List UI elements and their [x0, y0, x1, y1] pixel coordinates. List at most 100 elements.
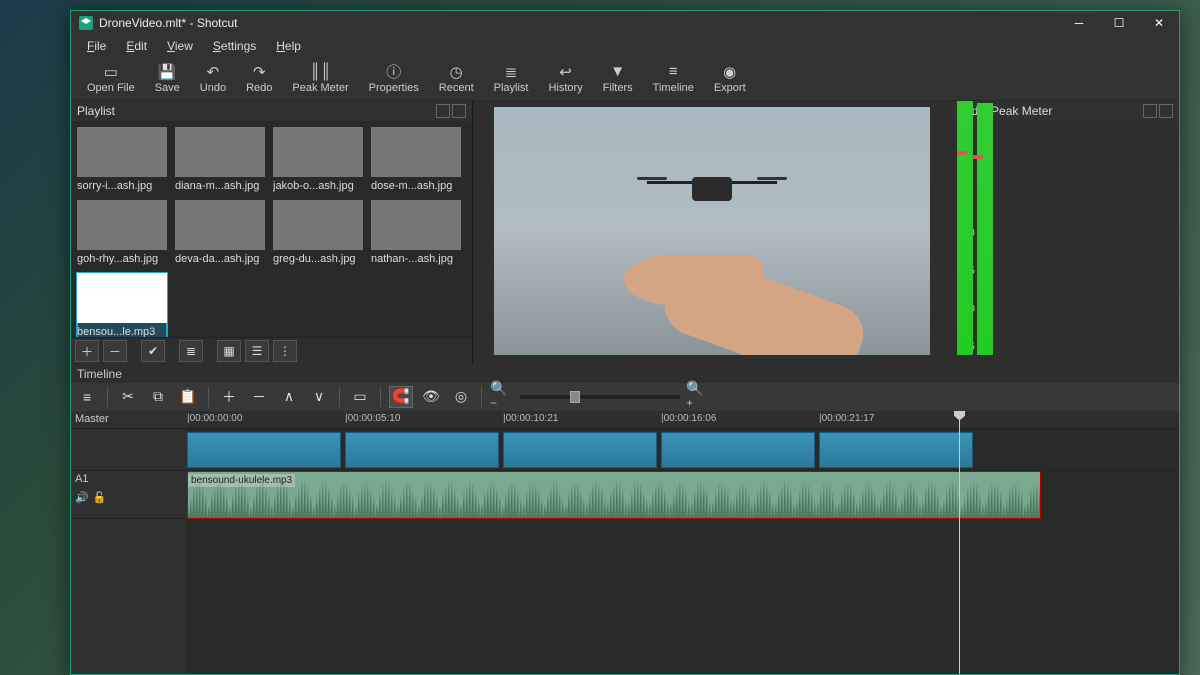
video-clip[interactable]	[661, 432, 815, 468]
remove-button[interactable]: －	[247, 386, 271, 408]
preview-area	[473, 101, 951, 361]
playlist-tool-2[interactable]: ✔	[141, 340, 165, 362]
track-head-audio[interactable]: A1 🔊 🔓	[71, 471, 187, 519]
playlist-close-button[interactable]	[452, 104, 466, 118]
ripple-button[interactable]: ◎	[449, 386, 473, 408]
close-button[interactable]: ✕	[1139, 11, 1179, 35]
minimize-button[interactable]: ─	[1059, 11, 1099, 35]
video-clip[interactable]	[345, 432, 499, 468]
thumbnail-label: nathan-...ash.jpg	[371, 253, 461, 265]
properties-button[interactable]: ⓘProperties	[359, 62, 429, 96]
playlist-tool-0[interactable]: ＋	[75, 340, 99, 362]
overwrite-button[interactable]: ∨	[307, 386, 331, 408]
track-headers: Master A1 🔊 🔓	[71, 411, 187, 675]
export-button[interactable]: ◉Export	[704, 62, 756, 96]
playlist-item[interactable]: deva-da...ash.jpg	[175, 200, 265, 265]
thumbnail-label: deva-da...ash.jpg	[175, 253, 265, 265]
playlist-tool-4[interactable]: ▦	[217, 340, 241, 362]
audio-clip[interactable]: bensound-ukulele.mp3	[187, 471, 1041, 519]
track-content[interactable]: |00:00:00:00|00:00:05:10|00:00:10:21|00:…	[187, 411, 1179, 675]
timeline-tracks: Master A1 🔊 🔓 |00:00:00:00|00:00:05:10|0…	[71, 411, 1179, 675]
playlist-item[interactable]: nathan-...ash.jpg	[371, 200, 461, 265]
undo-button[interactable]: ↶ Undo	[190, 62, 236, 96]
track-head-video[interactable]	[71, 429, 187, 471]
menu-help[interactable]: Help	[266, 37, 311, 55]
thumbnail	[371, 200, 461, 250]
playlist-item[interactable]: jakob-o...ash.jpg	[273, 127, 363, 192]
zoom-out-button[interactable]: 🔍⁻	[490, 386, 514, 408]
thumbnail	[273, 200, 363, 250]
scrub-button[interactable]: 👁	[419, 386, 443, 408]
save-button[interactable]: 💾Save	[145, 62, 190, 96]
preview-image[interactable]	[494, 107, 930, 355]
history-button[interactable]: ↩History	[538, 62, 592, 96]
timeline-menu-button[interactable]: ≡	[75, 386, 99, 408]
menu-settings[interactable]: Settings	[203, 37, 266, 55]
menu-edit[interactable]: Edit	[116, 37, 157, 55]
playlist-float-button[interactable]	[436, 104, 450, 118]
copy-button[interactable]: ⧉	[146, 386, 170, 408]
video-clip[interactable]	[187, 432, 341, 468]
zoom-slider[interactable]	[520, 395, 680, 399]
append-button[interactable]: ＋	[217, 386, 241, 408]
playlist-tool-5[interactable]: ☰	[245, 340, 269, 362]
mute-icon[interactable]: 🔊	[75, 491, 89, 504]
open-file-button[interactable]: ▭Open File	[77, 62, 145, 96]
timeline-toolbar: ≡ ✂ ⧉ 📋 ＋ － ∧ ∨ ▭ 🧲 👁 ◎ 🔍⁻ 🔍⁺	[71, 383, 1179, 411]
filters-label: Filters	[603, 82, 633, 94]
playlist-item[interactable]: greg-du...ash.jpg	[273, 200, 363, 265]
timeline-title-text: Timeline	[77, 367, 122, 381]
playlist-item[interactable]: goh-rhy...ash.jpg	[77, 200, 167, 265]
maximize-button[interactable]: ☐	[1099, 11, 1139, 35]
playlist-item[interactable]: bensou...le.mp3	[77, 273, 167, 337]
track-head-master[interactable]: Master	[71, 411, 187, 429]
playlist-tool-1[interactable]: －	[103, 340, 127, 362]
peak-meter-button[interactable]: ║║Peak Meter	[282, 62, 358, 96]
peak-meter-panel: Audio Peak Meter 30-5-10-15-20-25-30-35-…	[951, 101, 1179, 365]
playlist-item[interactable]: diana-m...ash.jpg	[175, 127, 265, 192]
cut-button[interactable]: ✂	[116, 386, 140, 408]
video-track[interactable]	[187, 429, 1179, 471]
thumbnail	[77, 127, 167, 177]
video-clip[interactable]	[819, 432, 973, 468]
recent-button[interactable]: ◷ Recent	[429, 62, 484, 96]
menu-view[interactable]: View	[157, 37, 203, 55]
playlist-button[interactable]: ≣Playlist	[484, 62, 539, 96]
undo-icon: ↶	[207, 64, 220, 80]
lift-button[interactable]: ∧	[277, 386, 301, 408]
timeline-playhead[interactable]	[959, 411, 960, 675]
thumbnail-label: dose-m...ash.jpg	[371, 180, 461, 192]
playlist-item[interactable]: sorry-i...ash.jpg	[77, 127, 167, 192]
ruler-tick: |00:00:10:21	[503, 413, 558, 424]
paste-button[interactable]: 📋	[176, 386, 200, 408]
playlist-tool-6[interactable]: ⋮	[273, 340, 297, 362]
audio-track[interactable]: bensound-ukulele.mp3	[187, 471, 1179, 519]
menu-file[interactable]: File	[77, 37, 116, 55]
playlist-title-text: Playlist	[77, 104, 115, 118]
thumbnail-label: goh-rhy...ash.jpg	[77, 253, 167, 265]
thumbnail	[273, 127, 363, 177]
thumbnail	[175, 127, 265, 177]
lock-icon[interactable]: 🔓	[93, 491, 107, 504]
playlist-tool-3[interactable]: ≣	[179, 340, 203, 362]
properties-label: Properties	[369, 82, 419, 94]
peak-close-button[interactable]	[1159, 104, 1173, 118]
undo-label: Undo	[200, 82, 226, 94]
split-button[interactable]: ▭	[348, 386, 372, 408]
video-clip[interactable]	[503, 432, 657, 468]
track-master-label: Master	[75, 413, 183, 425]
timeline-ruler[interactable]: |00:00:00:00|00:00:05:10|00:00:10:21|00:…	[187, 411, 1179, 429]
snap-button[interactable]: 🧲	[389, 386, 413, 408]
playlist-item[interactable]: dose-m...ash.jpg	[371, 127, 461, 192]
export-icon: ◉	[723, 64, 736, 80]
timeline-button[interactable]: ≡Timeline	[643, 62, 704, 96]
peak-hold-l	[957, 151, 967, 155]
peak-bar	[977, 103, 993, 355]
recent-label: Recent	[439, 82, 474, 94]
zoom-in-button[interactable]: 🔍⁺	[686, 386, 710, 408]
filters-button[interactable]: ▼Filters	[593, 62, 643, 96]
ruler-tick: |00:00:05:10	[345, 413, 400, 424]
peak-float-button[interactable]	[1143, 104, 1157, 118]
redo-button[interactable]: ↷Redo	[236, 62, 282, 96]
recent-icon: ◷	[450, 64, 463, 80]
